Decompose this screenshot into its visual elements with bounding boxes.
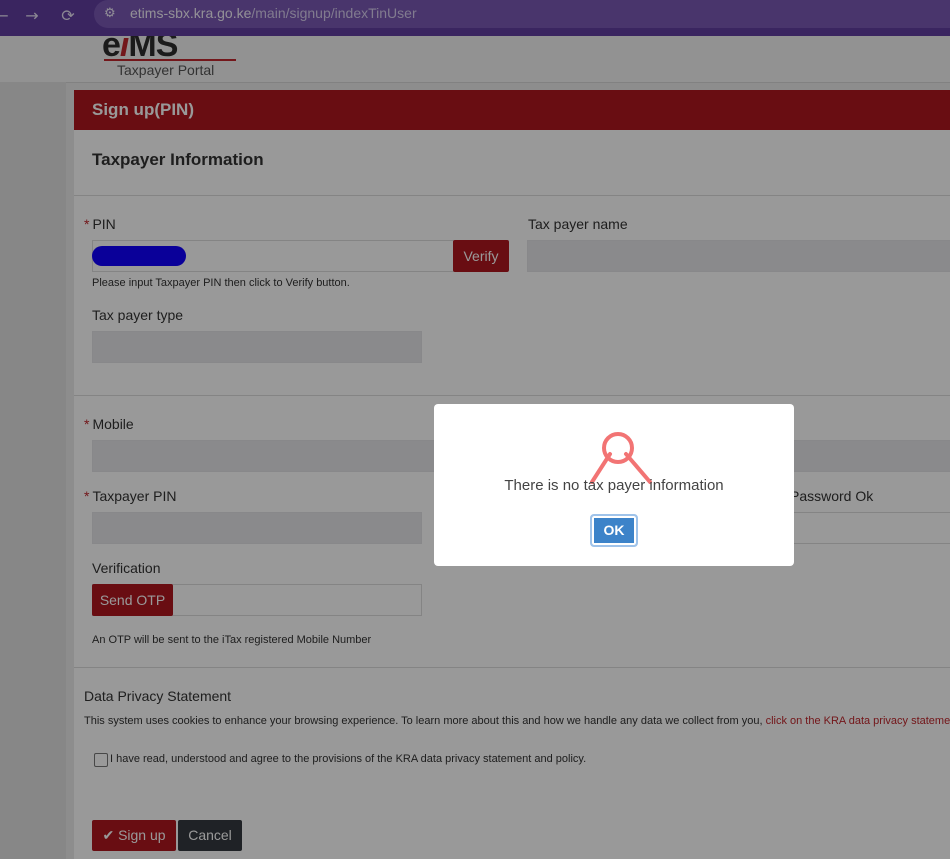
ok-button[interactable]: OK [590, 514, 638, 547]
alert-dialog: There is no tax payer information OK [434, 404, 794, 566]
dialog-message: There is no tax payer information [504, 477, 724, 494]
